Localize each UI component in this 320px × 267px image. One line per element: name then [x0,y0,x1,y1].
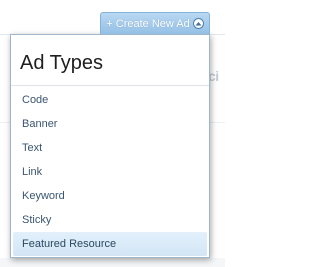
create-new-ad-label: + Create New Ad [106,17,190,30]
menu-item-keyword[interactable]: Keyword [13,184,207,208]
ad-types-dropdown: Ad Types Code Banner Text Link Keyword S… [10,34,210,258]
create-new-ad-button[interactable]: + Create New Ad [100,12,210,34]
chevron-up-circle-icon [192,18,204,29]
menu-item-banner[interactable]: Banner [13,112,207,136]
menu-item-text[interactable]: Text [13,136,207,160]
ad-types-list: Code Banner Text Link Keyword Sticky Fea… [11,86,209,256]
menu-title: Ad Types [11,35,209,86]
menu-item-featured-resource[interactable]: Featured Resource [13,232,207,256]
menu-item-code[interactable]: Code [13,88,207,112]
page-footer-band [0,258,225,267]
menu-item-link[interactable]: Link [13,160,207,184]
menu-item-sticky[interactable]: Sticky [13,208,207,232]
